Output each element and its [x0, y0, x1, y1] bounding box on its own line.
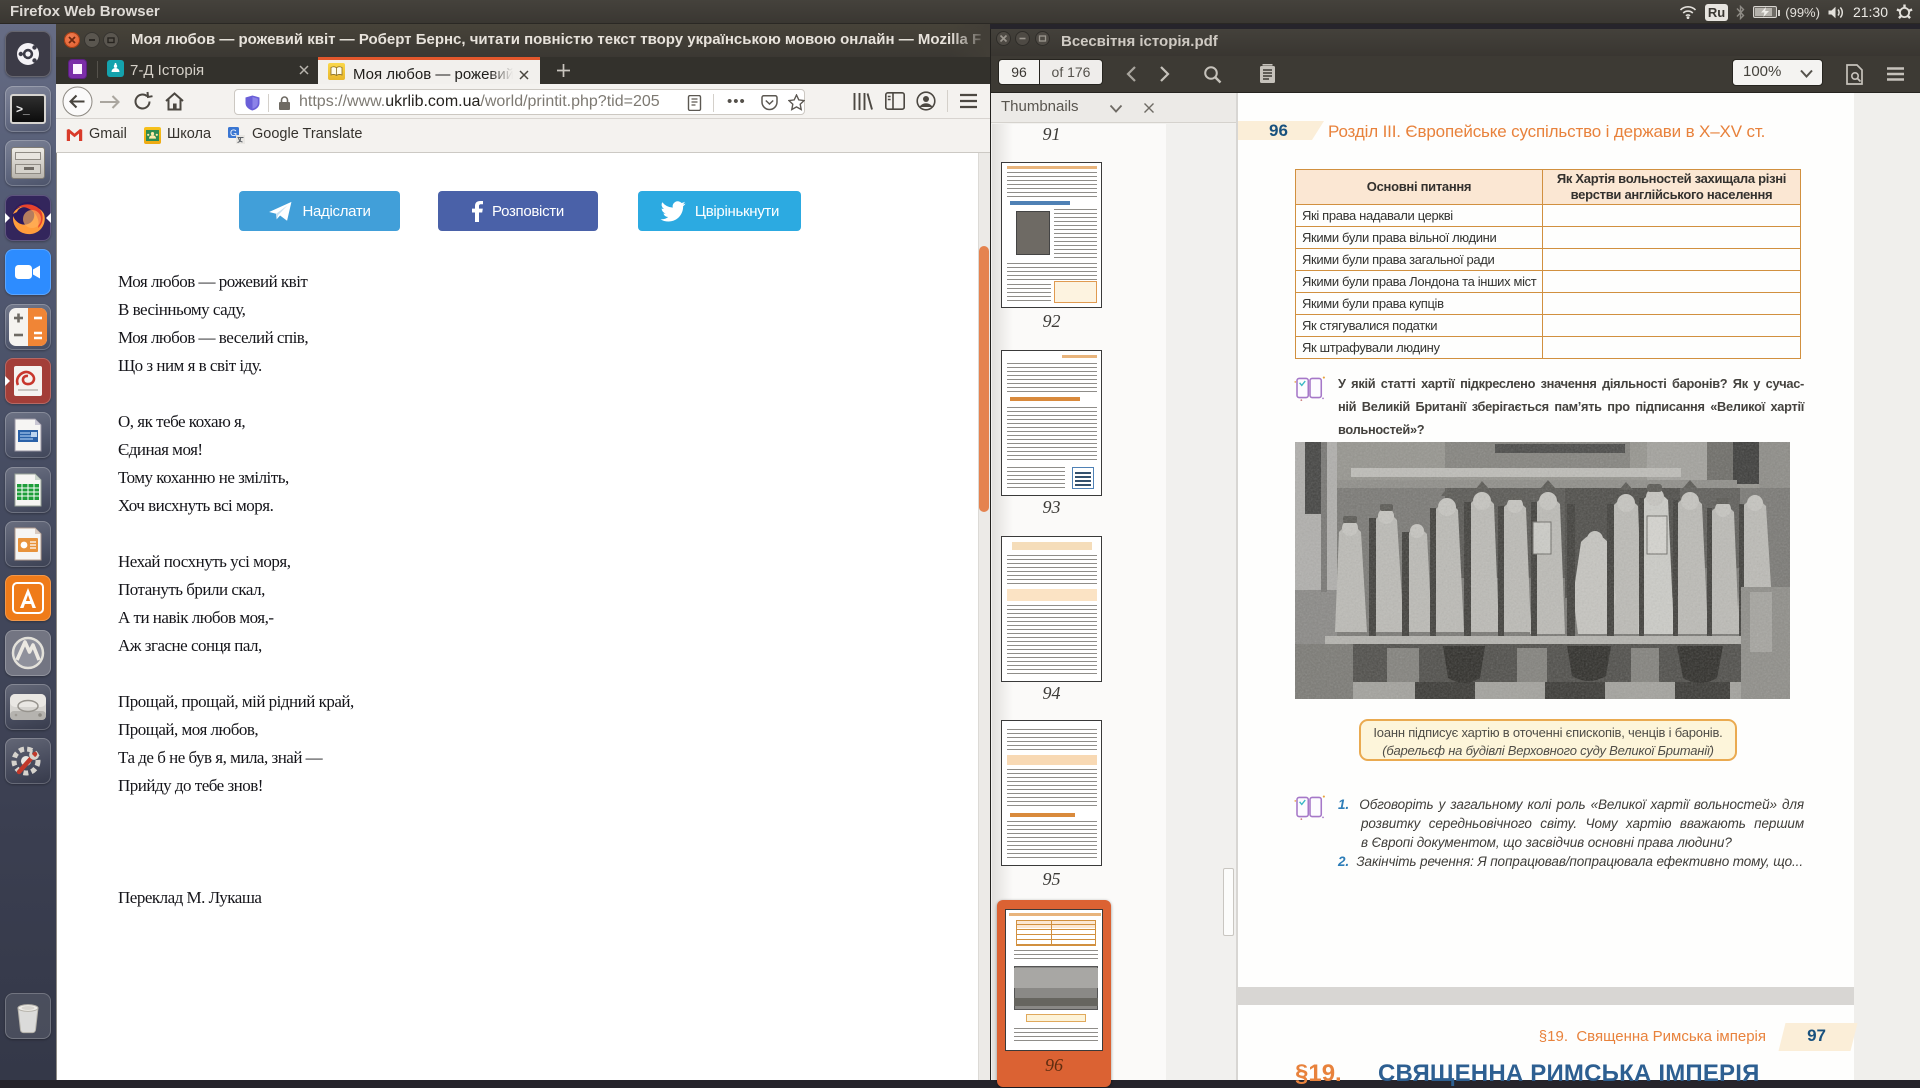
svg-text:G: G: [230, 128, 237, 138]
